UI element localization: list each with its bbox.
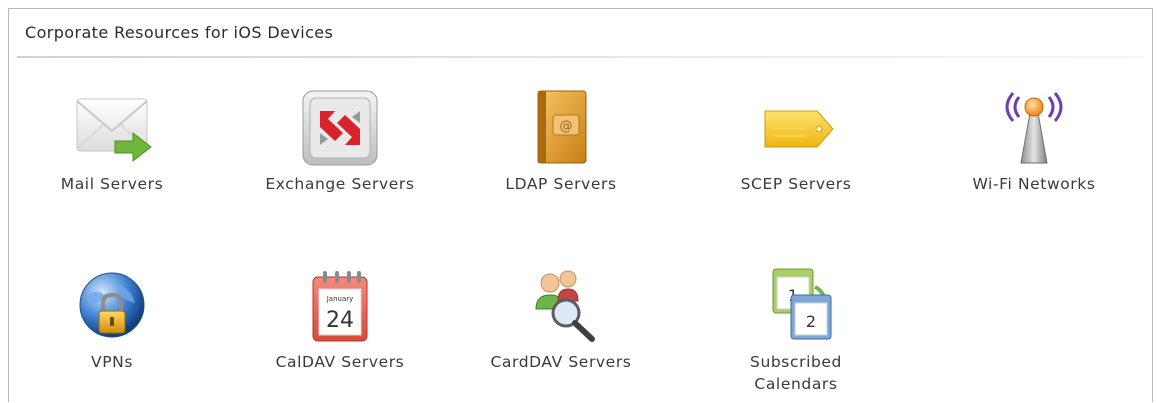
caldav-calendar-icon: January 24: [312, 271, 368, 342]
ldap-servers-label: LDAP Servers: [505, 175, 617, 193]
mail-servers-label: Mail Servers: [60, 175, 164, 193]
wifi-networks-item[interactable]: Wi-Fi Networks: [939, 89, 1129, 195]
mail-server-icon: [76, 98, 152, 163]
scep-tag-icon: [764, 110, 834, 148]
carddav-servers-label: CardDAV Servers: [490, 353, 632, 371]
subscribed-calendars-label: Subscribed Calendars: [701, 351, 891, 395]
subscribed-calendars-item[interactable]: 1 2 Subscribed Calendars: [701, 267, 891, 395]
vpn-globe-lock-icon: [79, 272, 145, 338]
corporate-resources-panel: Corporate Resources for iOS Devices Mail…: [8, 8, 1153, 402]
vpns-item[interactable]: VPNs: [17, 267, 207, 373]
calendar-month-text: January: [326, 295, 354, 303]
caldav-servers-item[interactable]: January 24 CalDAV Servers: [245, 267, 435, 373]
exchange-servers-item[interactable]: Exchange Servers: [245, 89, 435, 195]
vpns-label: VPNs: [90, 353, 134, 371]
caldav-servers-label: CalDAV Servers: [275, 353, 405, 371]
svg-text:@: @: [560, 119, 573, 134]
carddav-contacts-search-icon: [535, 270, 595, 342]
exchange-servers-label: Exchange Servers: [265, 175, 415, 193]
calendar-day-text: 24: [326, 308, 354, 333]
exchange-server-icon: [302, 90, 378, 166]
wifi-networks-label: Wi-Fi Networks: [972, 175, 1096, 193]
ldap-servers-item[interactable]: @ LDAP Servers: [466, 89, 656, 195]
scep-servers-label: SCEP Servers: [740, 175, 852, 193]
subscribed-calendars-label-line2: Calendars: [754, 375, 838, 393]
carddav-servers-item[interactable]: CardDAV Servers: [466, 267, 656, 373]
calendar-two-text: 2: [806, 312, 816, 331]
mail-servers-item[interactable]: Mail Servers: [17, 89, 207, 195]
subscribed-calendars-icon: 1 2: [772, 268, 832, 340]
ldap-address-book-icon: @: [537, 90, 587, 164]
subscribed-calendars-label-line1: Subscribed: [750, 353, 842, 371]
resources-grid: Mail Servers Exchange Servers @ LDAP Ser…: [9, 9, 1152, 402]
wifi-antenna-icon: [1005, 92, 1063, 164]
scep-servers-item[interactable]: SCEP Servers: [701, 89, 891, 195]
